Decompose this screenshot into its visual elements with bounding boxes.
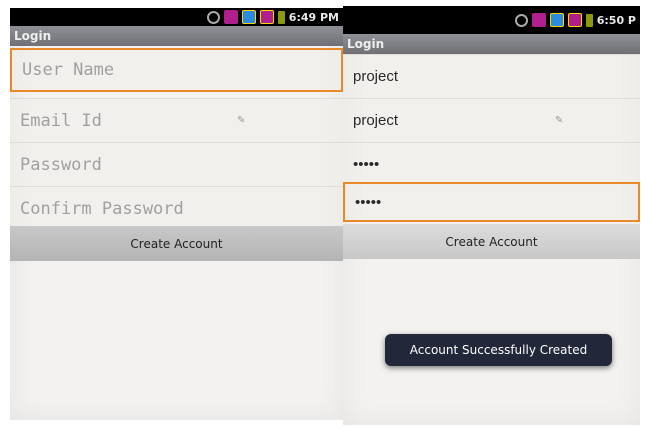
password-input[interactable] xyxy=(10,143,343,186)
email-input[interactable] xyxy=(343,99,640,142)
pencil-icon: ✎ xyxy=(237,114,246,126)
left-screen: 6:49 PM Login ✎ Create Account xyxy=(10,8,343,420)
confirm-password-input[interactable] xyxy=(345,184,638,220)
username-input[interactable] xyxy=(343,55,640,98)
sync-icon xyxy=(514,13,528,27)
success-toast: Account Successfully Created xyxy=(385,334,612,366)
pencil-icon: ✎ xyxy=(555,114,564,126)
username-field-row xyxy=(343,54,640,98)
confirm-password-field-row xyxy=(10,186,343,230)
password-input[interactable] xyxy=(343,143,640,186)
battery-icon xyxy=(277,10,285,24)
password-field-row xyxy=(343,142,640,186)
signal-bars-icon xyxy=(259,10,274,24)
email-field-row: ✎ xyxy=(10,98,343,142)
username-input[interactable] xyxy=(12,50,341,90)
status-time: 6:49 PM xyxy=(288,10,339,24)
create-account-button[interactable]: Create Account xyxy=(10,226,343,261)
signal-bars-icon xyxy=(567,13,582,27)
signal-icon xyxy=(549,13,564,27)
create-account-button[interactable]: Create Account xyxy=(343,224,640,259)
usb-icon xyxy=(531,13,546,27)
battery-icon xyxy=(585,13,593,27)
app-title: Login xyxy=(10,26,343,46)
signal-icon xyxy=(241,10,256,24)
app-title: Login xyxy=(343,34,640,54)
right-screen: 6:50 P Login ✎ Create Account Account Su… xyxy=(343,6,640,425)
email-input[interactable] xyxy=(10,99,343,142)
email-field-row: ✎ xyxy=(343,98,640,142)
status-time: 6:50 P xyxy=(596,13,636,27)
confirm-password-field-row xyxy=(343,182,640,222)
status-bar: 6:49 PM xyxy=(10,8,343,26)
password-field-row xyxy=(10,142,343,186)
username-field-row xyxy=(10,48,343,92)
status-bar: 6:50 P xyxy=(343,6,640,34)
usb-icon xyxy=(223,10,238,24)
confirm-password-input[interactable] xyxy=(10,187,343,230)
sync-icon xyxy=(206,10,220,24)
